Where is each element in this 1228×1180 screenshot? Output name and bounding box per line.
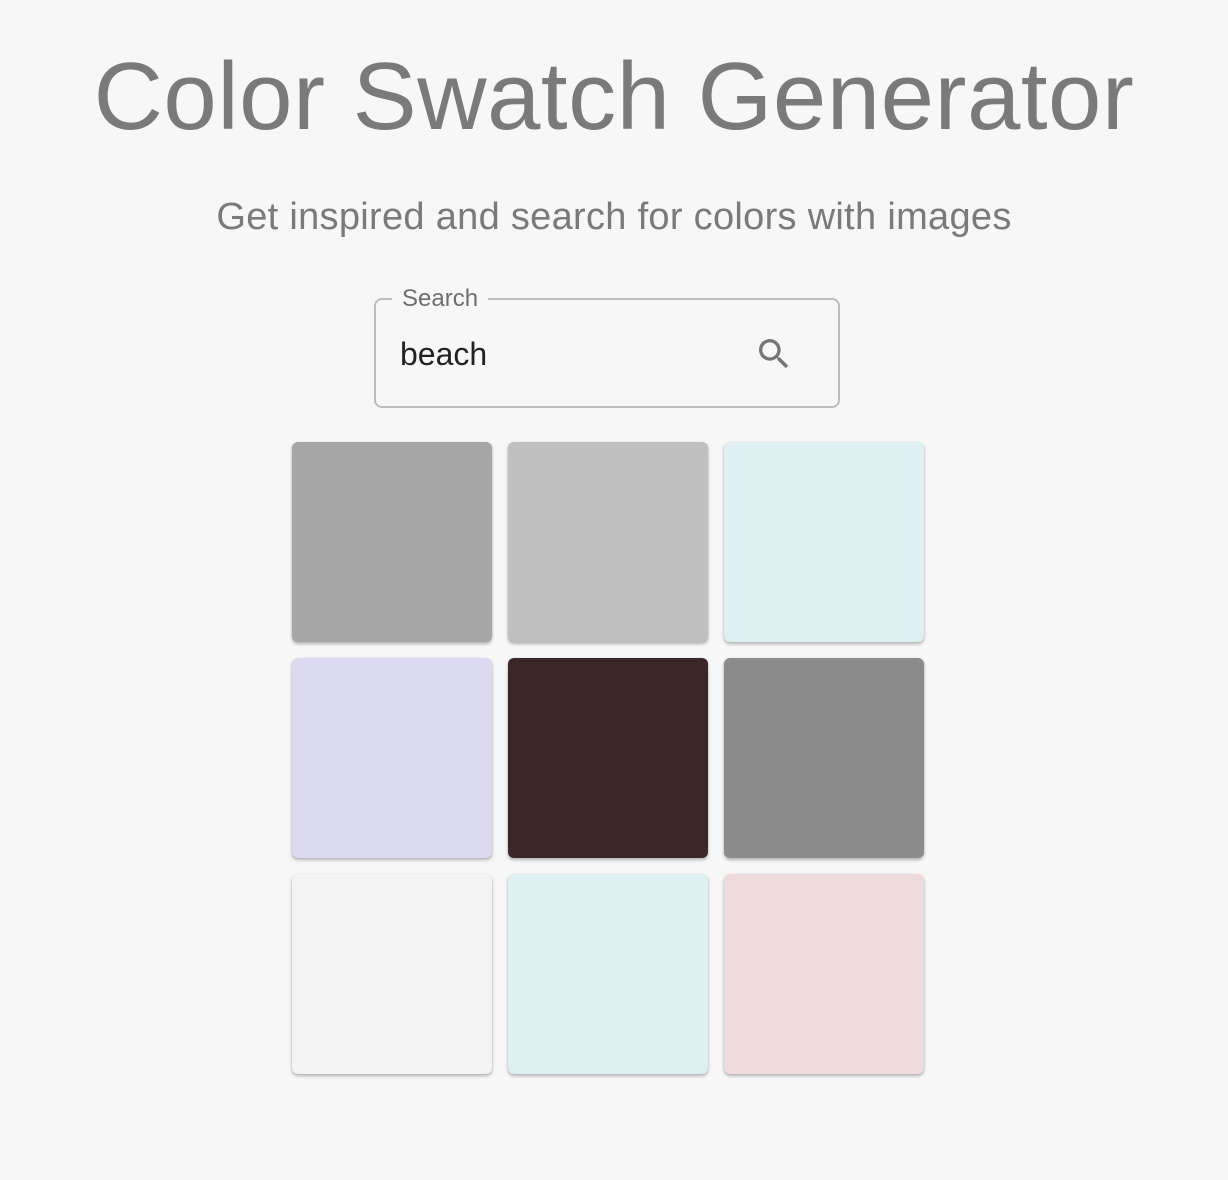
color-swatch[interactable] [508,874,708,1074]
search-field[interactable]: Search [374,285,840,408]
page-title: Color Swatch Generator [93,43,1135,150]
search-icon[interactable] [754,334,794,374]
color-swatch[interactable] [508,658,708,858]
color-swatch[interactable] [292,874,492,1074]
color-swatch[interactable] [724,442,924,642]
color-swatch[interactable] [508,442,708,642]
search-input[interactable] [400,326,730,382]
search-label: Search [392,285,489,313]
color-swatch[interactable] [724,874,924,1074]
color-swatch[interactable] [724,658,924,858]
color-swatch[interactable] [292,658,492,858]
swatch-grid [292,442,924,1074]
page-subtitle: Get inspired and search for colors with … [216,196,1012,238]
color-swatch[interactable] [292,442,492,642]
